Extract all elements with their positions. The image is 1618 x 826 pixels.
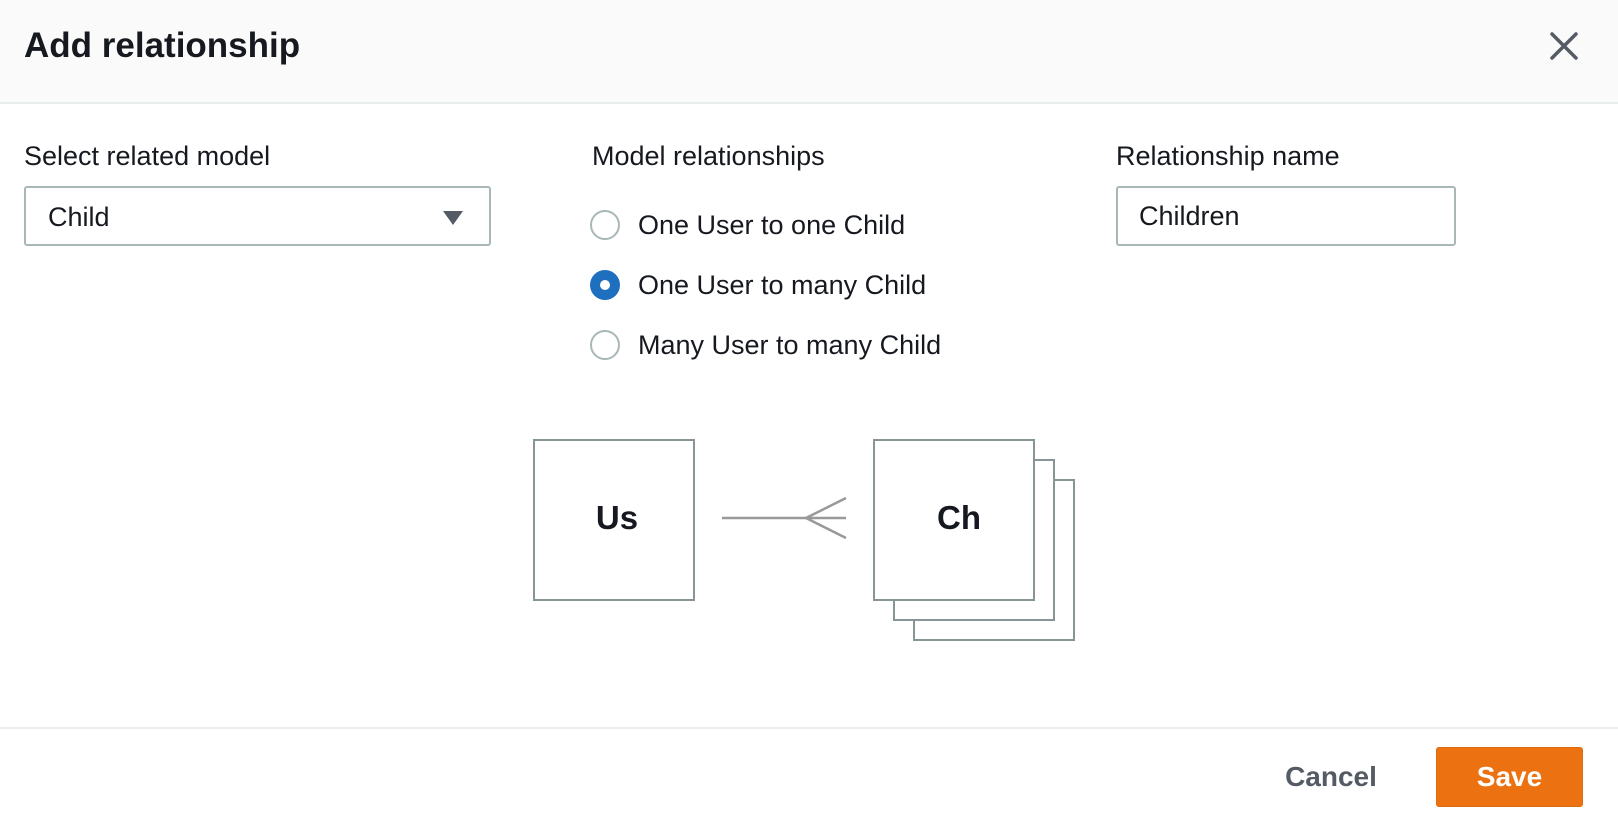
dialog-header: Add relationship — [0, 0, 1618, 104]
crows-foot-icon — [803, 496, 847, 540]
relationship-diagram — [533, 439, 1075, 641]
radio-button[interactable] — [590, 330, 620, 360]
related-model-select[interactable]: Child — [24, 186, 491, 246]
radio-option-one-to-many[interactable]: One User to many Child — [590, 265, 926, 305]
caret-down-icon — [443, 211, 463, 225]
radio-option-label: Many User to many Child — [638, 330, 942, 360]
radio-button-selected[interactable] — [590, 270, 620, 300]
model-relationships-label: Model relationships — [592, 141, 825, 171]
radio-option-many-to-many[interactable]: Many User to many Child — [590, 325, 941, 365]
child-stack-middle-box — [893, 459, 1055, 621]
dialog-title: Add relationship — [24, 26, 301, 65]
radio-option-label: One User to many Child — [638, 270, 927, 300]
radio-button[interactable] — [590, 210, 620, 240]
close-button[interactable] — [1544, 26, 1584, 66]
close-icon — [1550, 32, 1578, 60]
footer-divider — [0, 727, 1618, 729]
relationship-name-label: Relationship name — [1116, 141, 1340, 171]
related-model-value: Child — [48, 202, 110, 232]
save-button[interactable]: Save — [1436, 747, 1583, 807]
user-model-abbrev: Us — [595, 499, 639, 536]
relationship-name-input[interactable] — [1116, 186, 1456, 246]
child-model-abbrev: Ch — [937, 499, 981, 536]
cancel-button[interactable]: Cancel — [1266, 752, 1396, 802]
radio-option-one-to-one[interactable]: One User to one Child — [590, 205, 905, 245]
related-model-label: Select related model — [24, 141, 271, 171]
radio-option-label: One User to one Child — [638, 210, 906, 240]
